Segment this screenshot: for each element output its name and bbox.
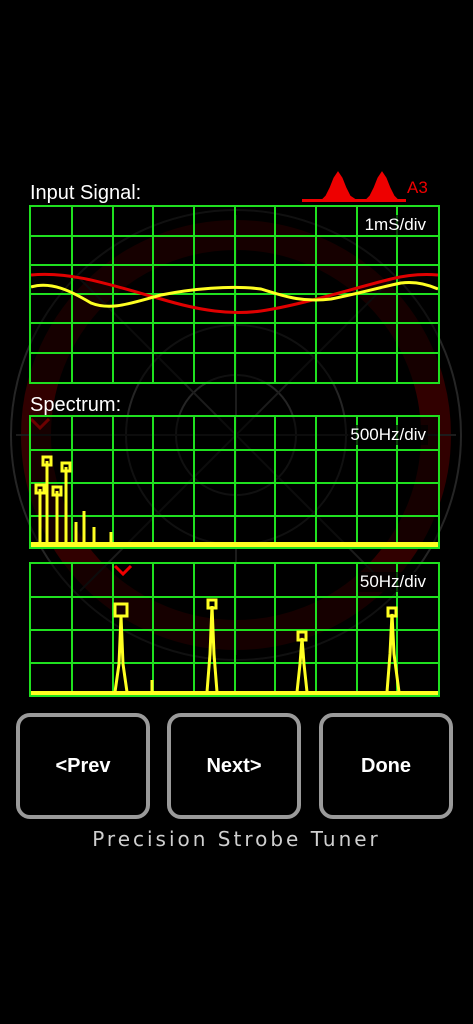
input-signal-scale: 1mS/div: [362, 215, 428, 235]
zoom-spectrum-scale: 50Hz/div: [357, 572, 428, 592]
input-signal-scope: 1mS/div: [29, 205, 440, 384]
spectrum-scope: 500Hz/div: [29, 415, 440, 549]
strobe-peaks-icon: [302, 171, 406, 202]
next-button[interactable]: Next>: [167, 713, 301, 819]
spectrum-title: Spectrum:: [30, 394, 122, 416]
prev-button[interactable]: <Prev: [16, 713, 150, 819]
spectrum-scale: 500Hz/div: [348, 425, 428, 445]
done-button[interactable]: Done: [319, 713, 453, 819]
app-footer-title: Precision Strobe Tuner: [92, 827, 381, 851]
input-signal-title: Input Signal:: [30, 182, 142, 204]
detected-note: A3: [407, 178, 428, 197]
note-indicator: A3: [300, 168, 440, 202]
zoom-spectrum-scope: 50Hz/div: [29, 562, 440, 697]
